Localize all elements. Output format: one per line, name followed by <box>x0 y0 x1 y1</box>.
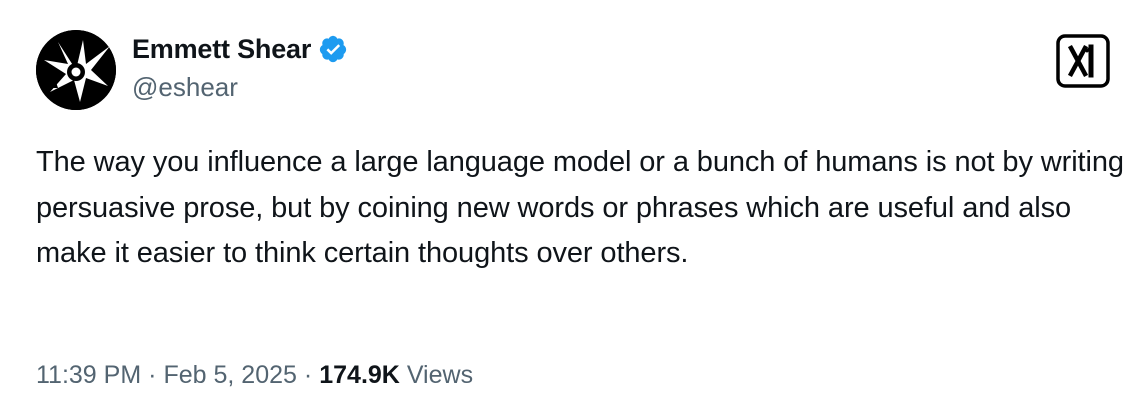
author-names: Emmett Shear @eshear <box>132 32 348 103</box>
tweet-meta: 11:39 PM · Feb 5, 2025 · 174.9K Views <box>36 361 473 390</box>
tweet-text: The way you influence a large language m… <box>36 146 1124 269</box>
meta-separator: · <box>303 361 313 389</box>
starburst-avatar-icon <box>36 30 116 110</box>
author-handle[interactable]: @eshear <box>132 72 348 103</box>
tweet-time[interactable]: 11:39 PM <box>36 361 141 389</box>
avatar[interactable] <box>36 30 116 110</box>
display-name: Emmett Shear <box>132 33 312 64</box>
x-logo-button[interactable] <box>1056 34 1110 88</box>
views-label: Views <box>406 361 474 389</box>
tweet-header: Emmett Shear @eshear <box>36 30 1114 110</box>
display-name-link[interactable]: Emmett Shear <box>132 32 348 66</box>
views-count: 174.9K <box>319 361 400 389</box>
x-logo-icon <box>1056 34 1110 88</box>
tweet-card: Emmett Shear @eshear The way you influen… <box>0 0 1134 404</box>
verified-badge-icon <box>320 35 347 63</box>
meta-separator: · <box>148 361 157 389</box>
tweet-date[interactable]: Feb 5, 2025 <box>163 361 296 389</box>
